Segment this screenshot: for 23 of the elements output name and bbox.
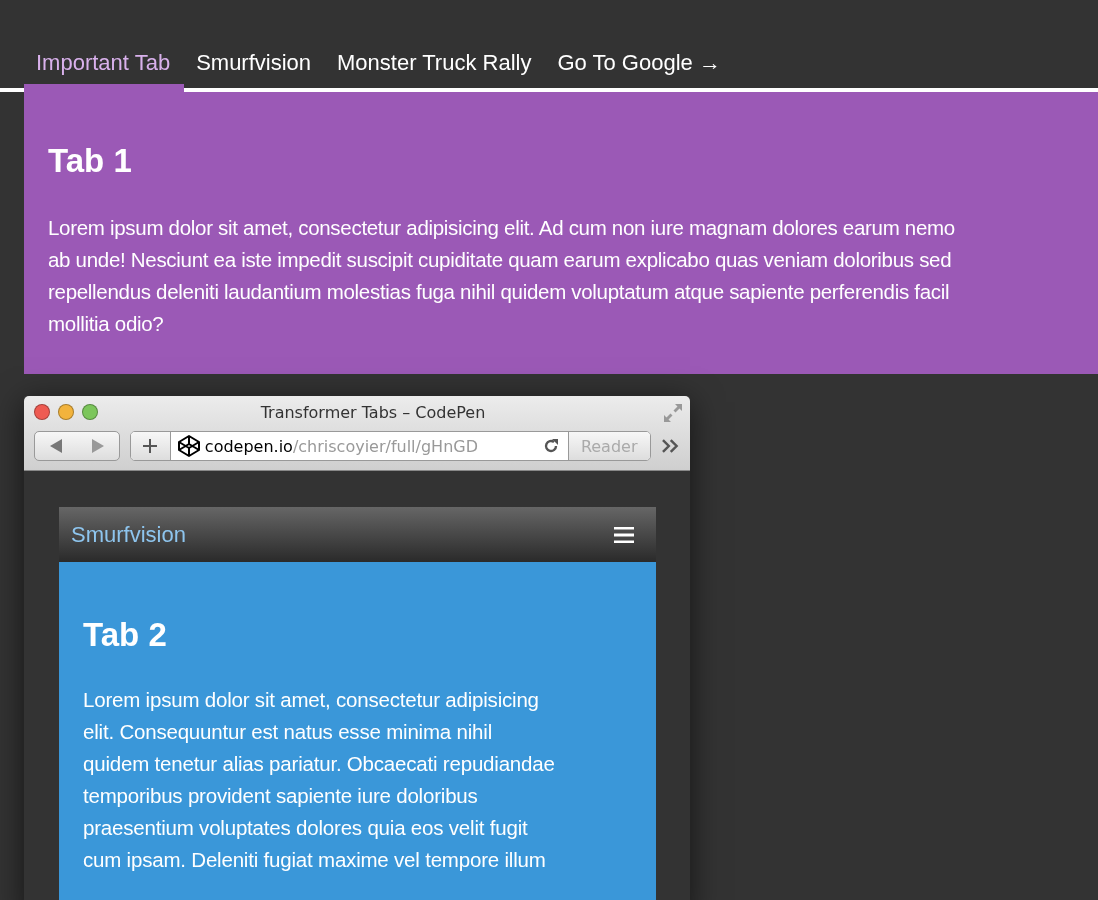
cube-icon — [176, 434, 201, 458]
fullscreen-icon[interactable] — [662, 402, 684, 424]
tab[interactable]: Smurfvision — [184, 44, 326, 92]
active-tab-label[interactable]: Smurfvision — [71, 521, 186, 548]
address-bar[interactable]: codepen.io/chriscoyier/full/gHnGD Reader — [129, 431, 651, 461]
url-text: codepen.io/chriscoyier/full/gHnGD — [203, 436, 479, 456]
window-title: Transformer Tabs – CodePen — [259, 402, 487, 422]
panel-heading: Tab 1 — [48, 142, 133, 180]
back-icon[interactable] — [49, 439, 62, 453]
plus-icon — [142, 438, 159, 454]
zoom-icon[interactable] — [82, 404, 98, 420]
minimize-icon[interactable] — [58, 404, 74, 420]
forward-icon[interactable] — [91, 439, 104, 453]
back-forward-buttons[interactable] — [34, 431, 120, 461]
menu-icon[interactable] — [614, 526, 634, 543]
panel-paragraph: Lorem ipsum dolor sit amet, consectetur adipisicing elit. Ad cum non iure magnam dolores earum nemo ab unde! Nesciunt ea iste impedit suscipit cupiditate quam earum explicabo quas veniam doloribus sed repellendus deleniti laudantium molestias fuga nihil quidem voluptatum atque sapiente perferendis facil mollitia odio? — [48, 215, 956, 337]
tab[interactable]: Go To Google → — [545, 44, 735, 92]
panel-heading: Tab 2 — [83, 616, 168, 654]
close-icon[interactable] — [34, 404, 50, 420]
tab[interactable]: Monster Truck Rally — [325, 44, 546, 92]
panel-paragraph: Lorem ipsum dolor sit amet, consectetur adipisicing elit. Consequuntur est natus esse minima nihil quidem tenetur alias pariatur. Obcaecati repudiandae temporibus provident sapiente iure doloribus praesentium voluptates dolores quia eos velit fugit cum ipsam. Deleniti fugiat maxime vel tempore illum — [83, 687, 556, 873]
add-button[interactable] — [130, 432, 171, 460]
chevrons-icon[interactable] — [660, 438, 680, 454]
